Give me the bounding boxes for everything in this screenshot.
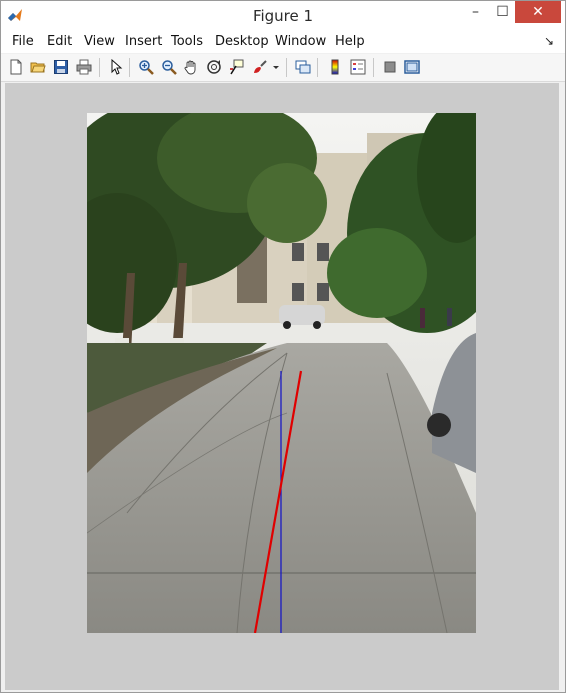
menu-tools[interactable]: Tools	[171, 34, 203, 49]
title-bar: Figure 1 – ☐ ✕	[1, 1, 565, 31]
new-figure-icon[interactable]	[7, 58, 25, 76]
toolbar-separator	[286, 58, 287, 77]
figure-toolbar	[1, 54, 565, 82]
dock-arrow-icon[interactable]: ↘	[544, 34, 554, 48]
legend-icon[interactable]	[349, 58, 367, 76]
maximize-icon: ☐	[496, 4, 509, 20]
show-plot-tools-icon[interactable]	[403, 58, 421, 76]
brush-icon[interactable]	[251, 58, 269, 76]
link-plot-icon[interactable]	[294, 58, 312, 76]
toolbar-separator	[317, 58, 318, 77]
close-icon: ✕	[532, 4, 544, 20]
menu-edit[interactable]: Edit	[47, 34, 72, 49]
menu-help[interactable]: Help	[335, 34, 365, 49]
save-icon[interactable]	[52, 58, 70, 76]
dropdown-icon[interactable]	[271, 58, 281, 76]
toolbar-separator	[373, 58, 374, 77]
menu-insert[interactable]: Insert	[125, 34, 162, 49]
rotate-3d-icon[interactable]	[205, 58, 223, 76]
zoom-in-icon[interactable]	[137, 58, 155, 76]
pointer-icon[interactable]	[107, 58, 125, 76]
maximize-button[interactable]: ☐	[489, 1, 516, 23]
figure-canvas	[5, 83, 559, 690]
colorbar-icon[interactable]	[326, 58, 344, 76]
menu-window[interactable]: Window	[275, 34, 326, 49]
figure-window: Figure 1 – ☐ ✕ File Edit View Insert Too…	[0, 0, 566, 693]
menu-desktop[interactable]: Desktop	[215, 34, 269, 49]
road-photo	[87, 113, 476, 633]
minimize-icon: –	[472, 4, 479, 20]
minimize-button[interactable]: –	[462, 1, 489, 23]
print-icon[interactable]	[75, 58, 93, 76]
toolbar-separator	[99, 58, 100, 77]
open-file-icon[interactable]	[29, 58, 47, 76]
pan-hand-icon[interactable]	[182, 58, 200, 76]
zoom-out-icon[interactable]	[160, 58, 178, 76]
toolbar-separator	[129, 58, 130, 77]
hide-plot-tools-icon[interactable]	[381, 58, 399, 76]
image-axes[interactable]	[87, 113, 476, 633]
data-cursor-icon[interactable]	[228, 58, 246, 76]
menu-file[interactable]: File	[12, 34, 34, 49]
menu-view[interactable]: View	[84, 34, 115, 49]
menu-bar: File Edit View Insert Tools Desktop Wind…	[1, 31, 565, 53]
close-button[interactable]: ✕	[515, 1, 561, 23]
